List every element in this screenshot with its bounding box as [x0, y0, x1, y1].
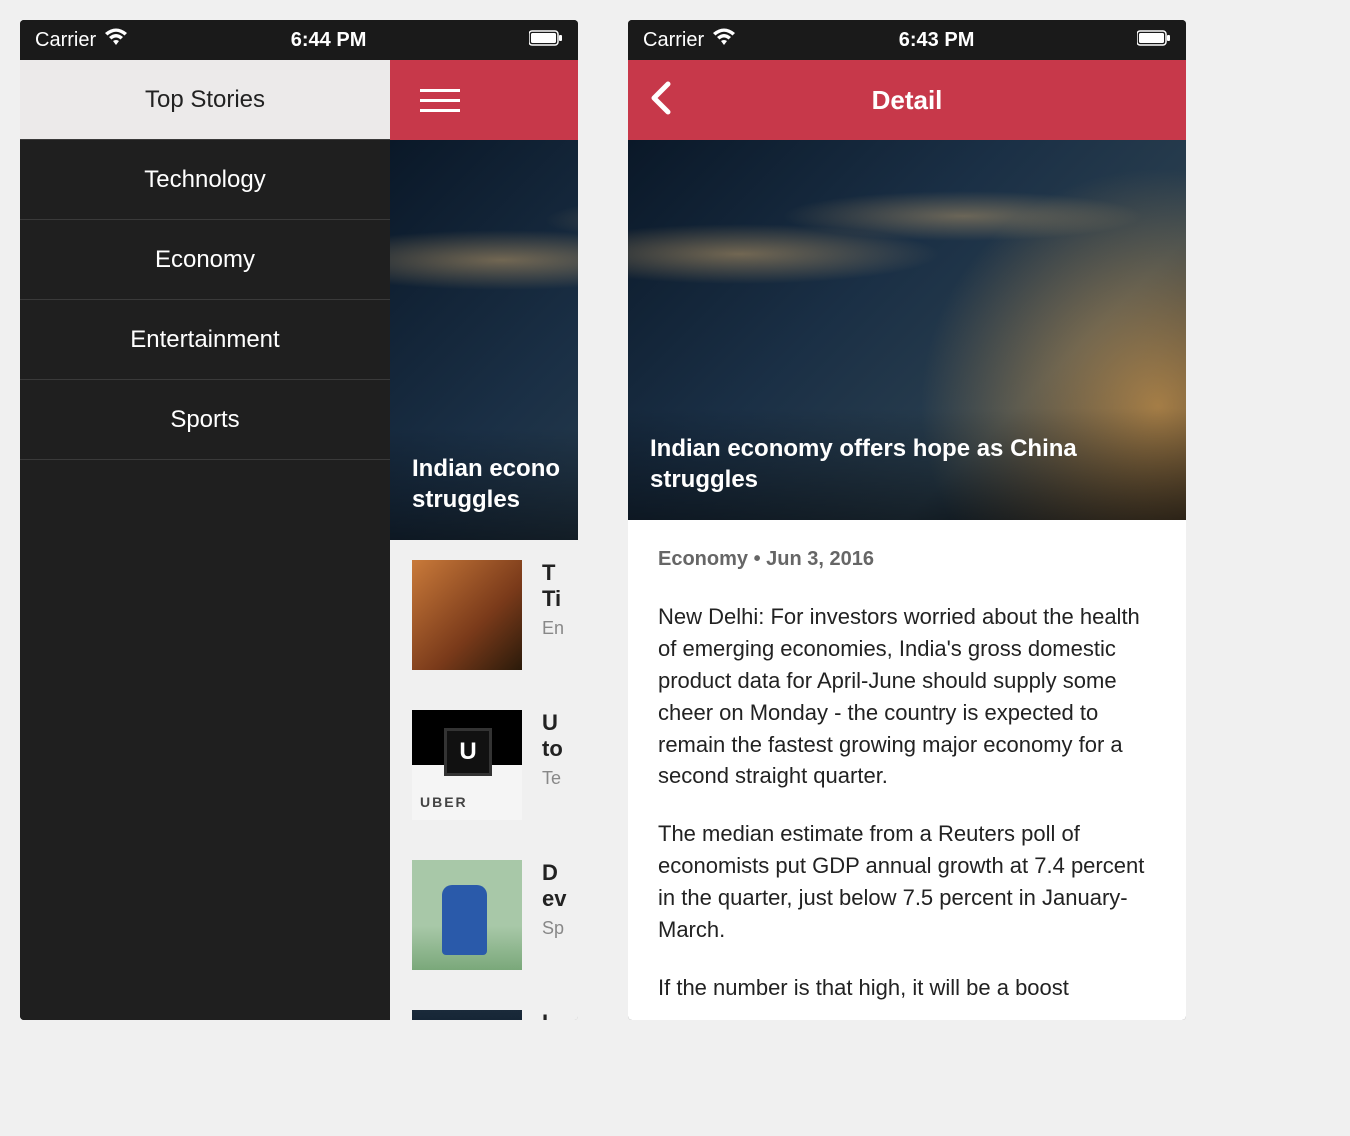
- article-list: T Ti En U to Te D ev Sp: [390, 540, 578, 1020]
- status-bar: Carrier 6:43 PM: [628, 20, 1186, 60]
- list-item[interactable]: D ev Sp: [390, 840, 578, 990]
- article-text: U to Te: [542, 710, 578, 820]
- list-item[interactable]: U to Te: [390, 690, 578, 840]
- meta-separator: •: [748, 548, 766, 570]
- article-category: Te: [542, 768, 578, 789]
- article-title: D ev: [542, 860, 578, 912]
- nav-title: Detail: [628, 85, 1186, 116]
- article-thumbnail: [412, 560, 522, 670]
- article-text: T Ti En: [542, 560, 578, 670]
- drawer-item-top-stories[interactable]: Top Stories: [20, 60, 390, 140]
- drawer-item-entertainment[interactable]: Entertainment: [20, 300, 390, 380]
- article-text: D ev Sp: [542, 860, 578, 970]
- navigation-drawer: Top Stories Technology Economy Entertain…: [20, 60, 390, 1020]
- detail-meta: Economy • Jun 3, 2016: [628, 520, 1186, 581]
- detail-category: Economy: [658, 548, 748, 570]
- article-thumbnail: [412, 710, 522, 820]
- detail-body[interactable]: Indian economy offers hope as China stru…: [628, 140, 1186, 1020]
- carrier-label: Carrier: [35, 29, 96, 52]
- wifi-icon: [712, 28, 736, 52]
- detail-paragraph: New Delhi: For investors worried about t…: [658, 601, 1156, 792]
- status-left: Carrier: [35, 28, 128, 52]
- article-title: I: [542, 1010, 578, 1020]
- main-content-pushed: Indian econo struggles T Ti En U to Te: [390, 60, 578, 1020]
- hero-headline: Indian econo struggles: [390, 428, 578, 540]
- hamburger-icon[interactable]: [420, 89, 460, 112]
- wifi-icon: [104, 28, 128, 52]
- navigation-bar: Detail: [628, 60, 1186, 140]
- article-text: I: [542, 1010, 578, 1020]
- detail-date: Jun 3, 2016: [766, 548, 874, 570]
- drawer-item-sports[interactable]: Sports: [20, 380, 390, 460]
- article-category: Sp: [542, 918, 578, 939]
- phone-screen-detail: Carrier 6:43 PM Detail Indian economy of…: [628, 20, 1186, 1020]
- drawer-item-economy[interactable]: Economy: [20, 220, 390, 300]
- status-bar: Carrier 6:44 PM: [20, 20, 578, 60]
- status-time: 6:43 PM: [899, 29, 975, 52]
- article-title: T Ti: [542, 560, 578, 612]
- navigation-bar: [390, 60, 578, 140]
- drawer-item-technology[interactable]: Technology: [20, 140, 390, 220]
- phone-screen-drawer: Carrier 6:44 PM Top Stories Technology E…: [20, 20, 578, 1020]
- article-title: U to: [542, 710, 578, 762]
- detail-content: New Delhi: For investors worried about t…: [628, 581, 1186, 1020]
- article-category: En: [542, 618, 578, 639]
- battery-icon: [529, 29, 563, 52]
- article-thumbnail: [412, 1010, 522, 1020]
- list-item[interactable]: I: [390, 990, 578, 1020]
- carrier-label: Carrier: [643, 29, 704, 52]
- status-time: 6:44 PM: [291, 29, 367, 52]
- detail-hero-headline: Indian economy offers hope as China stru…: [628, 408, 1186, 520]
- detail-paragraph: If the number is that high, it will be a…: [658, 972, 1156, 1004]
- article-thumbnail: [412, 860, 522, 970]
- drawer-container: Top Stories Technology Economy Entertain…: [20, 60, 578, 1020]
- list-item[interactable]: T Ti En: [390, 540, 578, 690]
- hero-article[interactable]: Indian econo struggles: [390, 140, 578, 540]
- detail-paragraph: The median estimate from a Reuters poll …: [658, 818, 1156, 946]
- detail-hero: Indian economy offers hope as China stru…: [628, 140, 1186, 520]
- back-button[interactable]: [648, 78, 676, 123]
- battery-icon: [1137, 29, 1171, 52]
- status-left: Carrier: [643, 28, 736, 52]
